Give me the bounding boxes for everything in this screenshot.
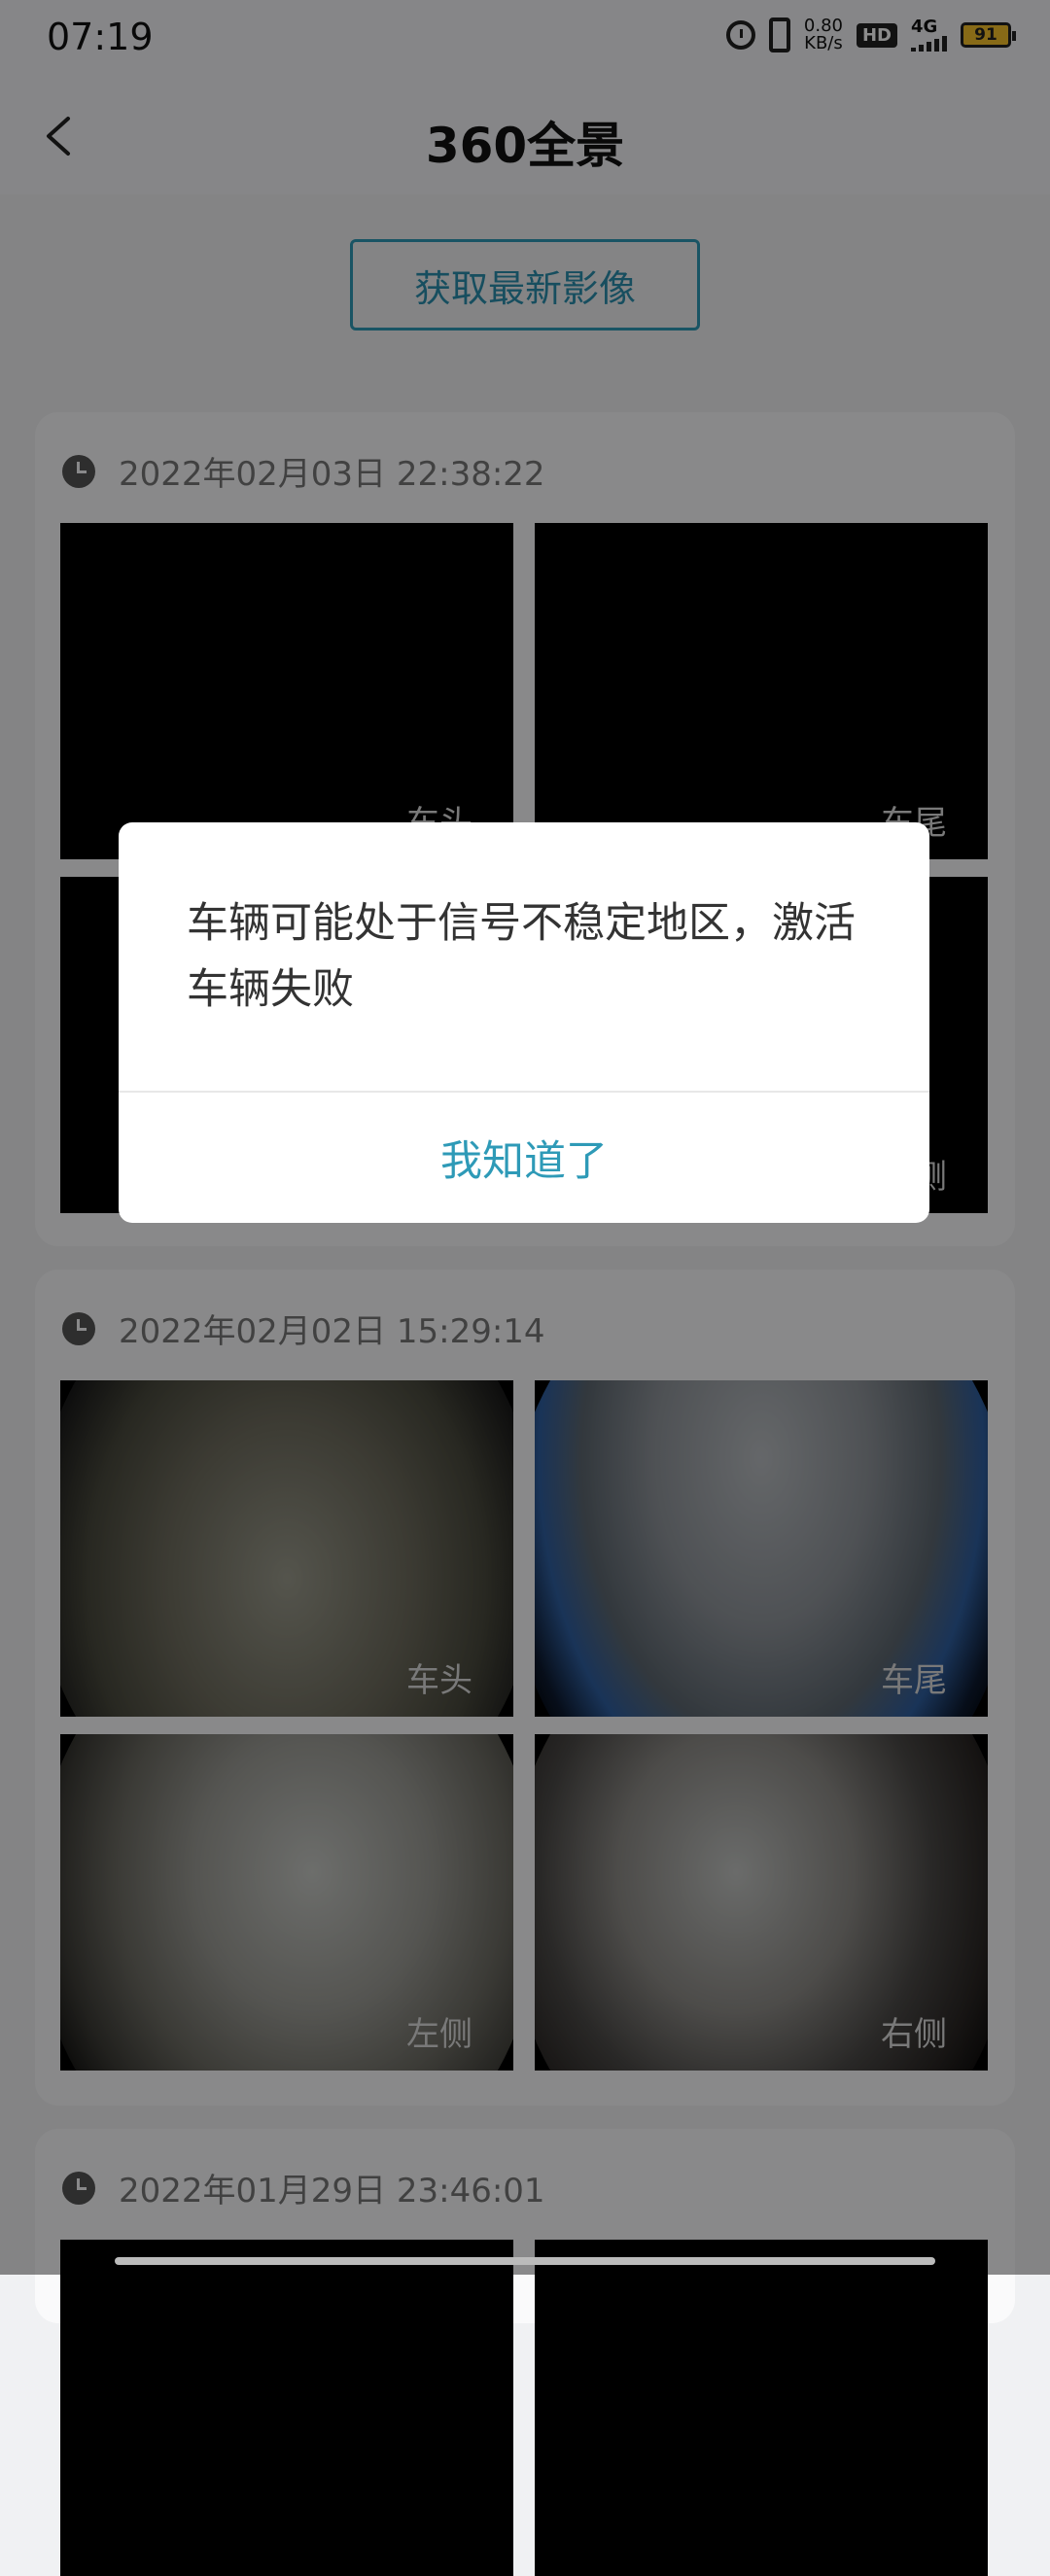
- acknowledge-button[interactable]: 我知道了: [119, 1093, 929, 1223]
- dialog-message: 车辆可能处于信号不稳定地区，激活车辆失败: [187, 899, 856, 1014]
- camera-image-front[interactable]: [60, 2240, 513, 2576]
- gesture-bar[interactable]: [115, 2257, 935, 2265]
- alert-dialog: 车辆可能处于信号不稳定地区，激活车辆失败 我知道了: [119, 822, 929, 1223]
- camera-image-rear[interactable]: [535, 2240, 988, 2576]
